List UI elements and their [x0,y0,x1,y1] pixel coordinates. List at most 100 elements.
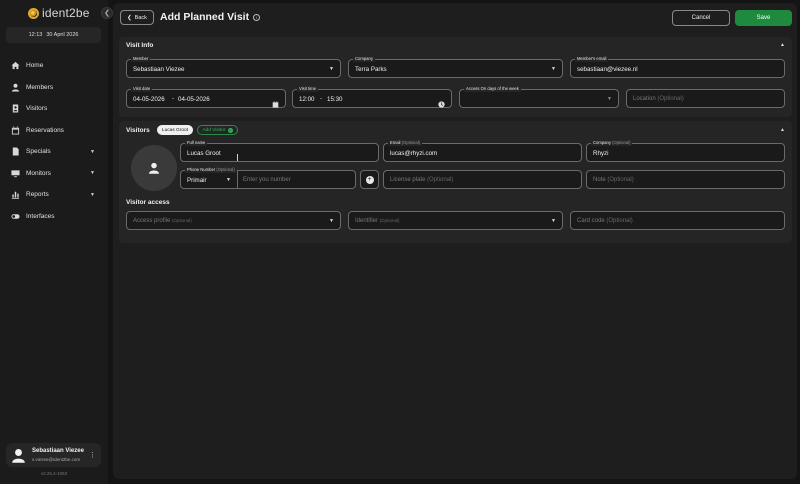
note-placeholder-text: Note [593,177,606,183]
optional-tag: (Optional) [612,140,631,145]
identifier-select[interactable]: Identifier (Optional) ▼ [348,211,563,230]
page-title: Add Planned Visit i [160,11,261,23]
sidebar-item-specials[interactable]: Specials ▼ [0,141,108,163]
email-field[interactable]: Email (Optional) lucas@rhyzi.com [383,140,582,162]
chevron-down-icon: ▼ [90,191,95,198]
sidebar-item-monitors[interactable]: Monitors ▼ [0,163,108,185]
visitor-chip[interactable]: Lucas Groot [157,125,193,135]
page-header: ❮ Back Add Planned Visit i Cancel Save [113,3,797,33]
visit-time-to: 15:30 [327,96,343,103]
sidebar-item-label: Reservations [26,126,64,134]
location-field[interactable]: Location (Optional) [626,89,785,108]
card-code-field[interactable]: Card code (Optional) [570,211,785,230]
note-field[interactable]: Note (Optional) [586,170,785,189]
phone-type-value: Primair [187,177,207,184]
full-name-field[interactable]: Full name Lucas Groot [180,140,379,162]
save-button[interactable]: Save [735,10,792,26]
location-placeholder-text: Location [633,96,656,102]
license-plate-placeholder: License plate (Optional) [390,177,453,183]
access-profile-select[interactable]: Access profile (Optional) ▼ [126,211,341,230]
full-name-value: Lucas Groot [187,150,221,157]
chevron-up-icon[interactable]: ▲ [780,127,785,133]
identifier-placeholder-text: Identifier [355,218,379,224]
optional-tag: (Optional) [427,177,454,183]
badge-icon [11,104,20,113]
sidebar-item-label: Reports [26,191,49,199]
access-days-select[interactable]: Access On days of the week ▼ [459,86,619,108]
license-plate-field[interactable]: License plate (Optional) [383,170,582,189]
sidebar-item-label: Specials [26,148,51,156]
location-placeholder: Location (Optional) [633,96,684,102]
info-icon[interactable]: i [253,13,261,21]
cancel-button[interactable]: Cancel [672,10,730,26]
sidebar-item-label: Interfaces [26,212,55,220]
calendar-icon [11,126,20,135]
back-button-label: Back [134,14,147,21]
more-vertical-icon[interactable]: ⋮ [89,451,96,459]
visit-date-label: Visit date [131,86,153,92]
sidebar-item-members[interactable]: Members [0,77,108,99]
chevron-up-icon[interactable]: ▲ [780,42,785,48]
user-card[interactable]: Sebastiaan Viezee s.viezee@ident2be.com … [6,443,101,467]
company-select[interactable]: Company Terra Parks ▼ [348,56,563,78]
member-value: Sebastiaan Viezee [133,66,185,73]
calendar-icon[interactable] [272,95,279,108]
clock-icon[interactable] [438,95,445,108]
sidebar-item-label: Visitors [26,105,48,113]
visitor-avatar[interactable] [131,145,177,191]
sidebar: ident2be ❮ 12:13 30 April 2026 Home Memb… [0,0,113,484]
phone-number-field[interactable]: Phone Number (Optional) Primair ▼ Enter … [180,167,356,189]
optional-tag: (Optional) [607,177,634,183]
chevron-down-icon: ▼ [329,66,334,72]
sidebar-item-reports[interactable]: Reports ▼ [0,184,108,206]
page-title-text: Add Planned Visit [160,11,250,23]
member-email-field[interactable]: Member's email sebastiaan@viezee.nl [570,56,785,78]
license-plate-placeholder-text: License plate [390,177,426,183]
visit-time-range[interactable]: Visit time 12:00 - 15:30 [292,86,452,108]
back-button[interactable]: ❮ Back [120,10,154,25]
user-name: Sebastiaan Viezee [32,448,84,454]
add-visitor-label: Add Visitor [202,127,226,133]
sidebar-item-interfaces[interactable]: Interfaces [0,206,108,228]
note-placeholder: Note (Optional) [593,177,634,183]
company-value: Terra Parks [355,66,387,73]
visitor-company-value: Rhyzi [593,150,609,157]
visitor-company-field[interactable]: Company (Optional) Rhyzi [586,140,785,162]
visit-info-title: Visit Info [126,42,154,49]
chevron-down-icon: ▼ [90,170,95,177]
phone-type-select[interactable]: Primair ▼ [181,171,238,188]
phone-number-input[interactable]: Enter you number [243,177,291,183]
chevron-left-icon: ❮ [104,10,110,17]
optional-tag: (Optional) [172,218,192,223]
clock-time: 12:13 [28,32,43,38]
company-label: Company [353,56,375,62]
visit-time-from: 12:00 [299,96,315,103]
sidebar-collapse-button[interactable]: ❮ [101,7,113,19]
member-email-value: sebastiaan@viezee.nl [577,66,638,73]
add-phone-button[interactable]: + [360,170,379,189]
visit-date-from: 04-05-2026 [133,96,165,103]
add-visitor-button[interactable]: Add Visitor + [197,125,238,135]
person-icon [11,83,20,92]
text-cursor [237,154,238,161]
chevron-down-icon: ▼ [607,96,612,102]
logo-mark-icon [28,7,39,19]
email-label: Email (Optional) [388,140,423,146]
document-icon [11,147,20,156]
sidebar-item-visitors[interactable]: Visitors [0,98,108,120]
card-code-placeholder-text: Card code [577,218,605,224]
visitors-title: Visitors [126,127,150,134]
sidebar-item-reservations[interactable]: Reservations [0,120,108,142]
chevron-left-icon: ❮ [127,14,132,21]
chevron-down-icon: ▼ [329,218,334,224]
optional-tag: (Optional) [401,140,421,145]
time-range-separator: - [320,96,322,102]
member-select[interactable]: Member Sebastiaan Viezee ▼ [126,56,341,78]
optional-tag: (Optional) [657,96,684,102]
clock-display: 12:13 30 April 2026 [6,27,101,43]
person-icon [148,162,160,174]
logo[interactable]: ident2be [28,6,90,20]
visit-date-range[interactable]: Visit date 04-05-2026 - 04-05-2026 [126,86,286,108]
member-email-label: Member's email [575,56,609,62]
sidebar-item-home[interactable]: Home [0,55,108,77]
